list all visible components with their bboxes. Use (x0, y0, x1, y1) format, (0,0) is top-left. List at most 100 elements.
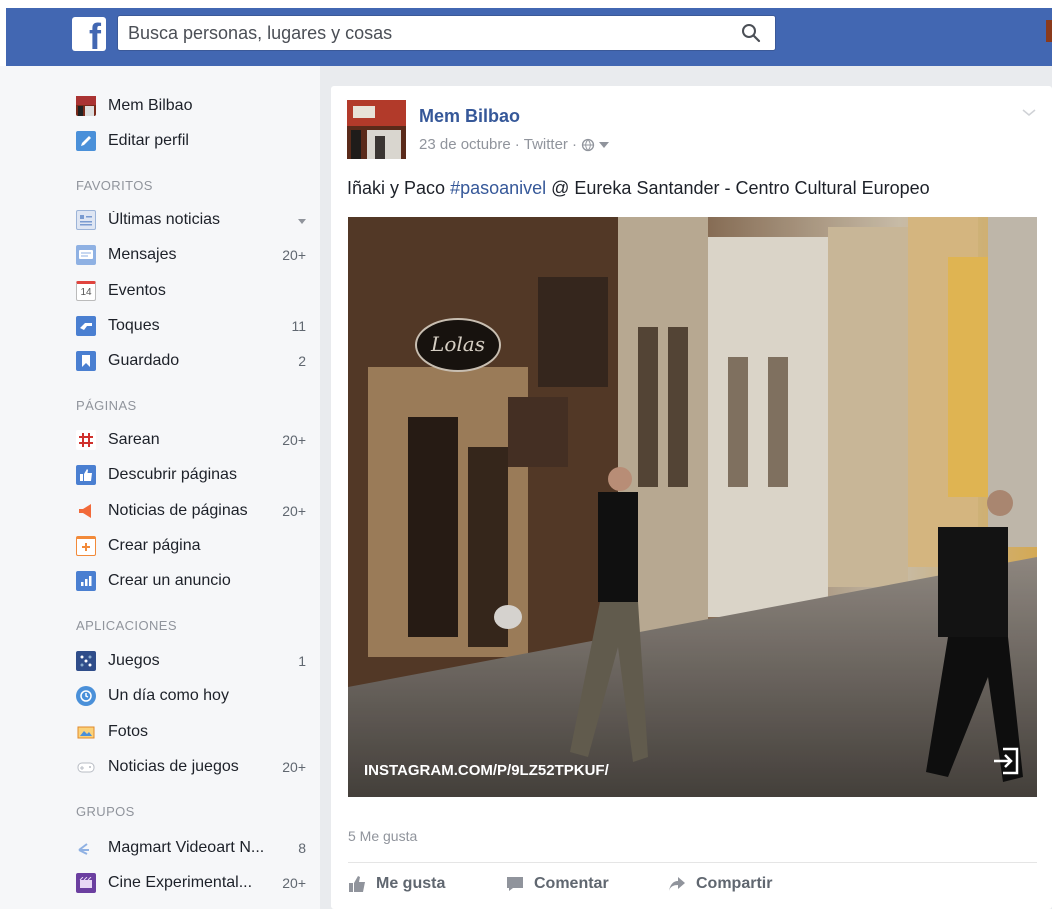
post-source[interactable]: Twitter (524, 136, 568, 153)
street-photo: Lolas (348, 217, 1037, 797)
sidebar-item-count: 20+ (282, 503, 306, 519)
open-link-icon[interactable] (991, 746, 1021, 781)
dropdown-caret-icon[interactable] (276, 212, 306, 228)
sidebar-item-events[interactable]: 14 Eventos (76, 276, 306, 306)
sidebar-item-label: Noticias de juegos (108, 758, 239, 775)
group-magmart-icon (76, 838, 96, 858)
news-feed-icon (76, 210, 96, 230)
post-text-end: @ Eureka Santander - Centro Cultural Eur… (546, 178, 930, 198)
sidebar-item-on-this-day[interactable]: Un día como hoy (76, 681, 306, 711)
sidebar-item-label: Cine Experimental... (108, 874, 253, 891)
sidebar-item-messages[interactable]: Mensajes 20+ (76, 240, 306, 270)
sidebar-item-label: Magmart Videoart N... (108, 839, 265, 856)
sidebar-item-label: Últimas noticias (108, 211, 221, 228)
post-text: Iñaki y Paco #pasoanivel @ Eureka Santan… (347, 178, 930, 199)
sidebar-item-group-magmart[interactable]: Magmart Videoart N... 8 (76, 833, 306, 863)
globe-icon[interactable] (581, 138, 595, 152)
pencil-icon (76, 131, 96, 151)
like-button[interactable]: Me gusta (348, 875, 445, 893)
sidebar-item-label: Sarean (108, 431, 160, 448)
post-author-avatar[interactable] (347, 100, 406, 159)
top-bar: f (0, 0, 1052, 66)
sidebar-item-count: 20+ (282, 759, 306, 775)
post-author-name[interactable]: Mem Bilbao (419, 106, 520, 127)
bookmark-icon (76, 351, 96, 371)
post-options-caret-icon[interactable] (1022, 104, 1036, 122)
sidebar-item-saved[interactable]: Guardado 2 (76, 346, 306, 376)
section-title-paginas[interactable]: PÁGINAS (76, 398, 137, 413)
sidebar-item-count: 8 (298, 840, 306, 856)
search-icon (742, 24, 761, 43)
like-button-label: Me gusta (376, 875, 446, 892)
audience-caret-icon[interactable] (598, 141, 609, 148)
post-date[interactable]: 23 de octubre (419, 136, 511, 153)
sidebar-item-label: Noticias de páginas (108, 502, 248, 519)
sidebar-item-photos[interactable]: Fotos (76, 717, 306, 747)
comment-button-label: Comentar (534, 875, 609, 892)
messages-icon (76, 245, 96, 265)
photo-link-caption[interactable]: INSTAGRAM.COM/P/9LZ52TPKUF/ (364, 762, 609, 779)
share-button[interactable]: Compartir (668, 875, 772, 893)
comment-icon (507, 877, 523, 891)
sidebar-item-news-feed[interactable]: Últimas noticias (76, 205, 306, 235)
sidebar-item-label: Crear un anuncio (108, 572, 231, 589)
profile-thumbnail-edge[interactable] (1046, 20, 1052, 42)
post-meta: 23 de octubre · Twitter · (419, 136, 609, 153)
sidebar-item-create-ad[interactable]: Crear un anuncio (76, 566, 306, 596)
sidebar-item-label: Eventos (108, 282, 166, 299)
section-title-favoritos[interactable]: FAVORITOS (76, 178, 153, 193)
facebook-logo[interactable]: f (72, 17, 106, 55)
photos-icon (76, 722, 96, 742)
section-title-aplicaciones[interactable]: APLICACIONES (76, 618, 177, 633)
games-icon (76, 651, 96, 671)
group-cine-icon (76, 873, 96, 893)
calendar-day: 14 (80, 286, 92, 298)
sidebar-item-count: 1 (298, 653, 306, 669)
sidebar-item-label: Un día como hoy (108, 687, 229, 704)
sidebar-item-sarean[interactable]: Sarean 20+ (76, 425, 306, 455)
section-title-grupos[interactable]: GRUPOS (76, 804, 135, 819)
thumbs-up-icon (76, 465, 96, 485)
meta-separator: · (571, 136, 577, 153)
thumbs-up-icon (349, 876, 365, 892)
meta-separator: · (514, 136, 520, 153)
post-divider (348, 862, 1037, 863)
sidebar-item-games[interactable]: Juegos 1 (76, 646, 306, 676)
sidebar-item-count: 20+ (282, 432, 306, 448)
clock-rewind-icon (76, 686, 96, 706)
post-text-start: Iñaki y Paco (347, 178, 451, 198)
gamepad-icon (76, 757, 96, 777)
sidebar-item-label: Mem Bilbao (108, 97, 193, 114)
search-bar[interactable] (117, 15, 776, 51)
sidebar-item-label: Toques (108, 317, 160, 334)
sidebar-item-pokes[interactable]: Toques 11 (76, 311, 306, 341)
post-card: Mem Bilbao 23 de octubre · Twitter · Iña… (331, 86, 1052, 909)
sidebar-item-count: 20+ (282, 875, 306, 891)
comment-button[interactable]: Comentar (506, 875, 609, 893)
create-page-icon (76, 536, 96, 556)
sidebar-item-games-feed[interactable]: Noticias de juegos 20+ (76, 752, 306, 782)
sidebar-item-label: Descubrir páginas (108, 466, 237, 483)
search-input[interactable] (118, 16, 727, 50)
sidebar-item-edit-profile[interactable]: Editar perfil (76, 126, 306, 156)
sidebar-item-profile[interactable]: Mem Bilbao (76, 91, 306, 121)
share-icon (669, 877, 685, 891)
like-count[interactable]: 5 Me gusta (348, 828, 417, 844)
sidebar-item-create-page[interactable]: Crear página (76, 531, 306, 561)
sidebar-item-count: 2 (298, 353, 306, 369)
sidebar-item-count: 20+ (282, 247, 306, 263)
sidebar-item-group-cine[interactable]: Cine Experimental... 20+ (76, 868, 306, 898)
sidebar-item-label: Juegos (108, 652, 160, 669)
search-button[interactable] (727, 16, 775, 50)
sidebar-item-pages-feed[interactable]: Noticias de páginas 20+ (76, 496, 306, 526)
sidebar-item-label: Editar perfil (108, 132, 189, 149)
post-photo[interactable]: Lolas INSTAGRAM.COM/P/9LZ52TPKUF/ (348, 217, 1037, 797)
sidebar-item-label: Crear página (108, 537, 201, 554)
profile-avatar-icon (76, 96, 96, 116)
sidebar-item-discover-pages[interactable]: Descubrir páginas (76, 460, 306, 490)
poke-icon (76, 316, 96, 336)
sidebar-item-label: Mensajes (108, 246, 177, 263)
megaphone-icon (76, 501, 96, 521)
hashtag-link[interactable]: #pasoanivel (450, 178, 546, 198)
share-button-label: Compartir (696, 875, 773, 892)
